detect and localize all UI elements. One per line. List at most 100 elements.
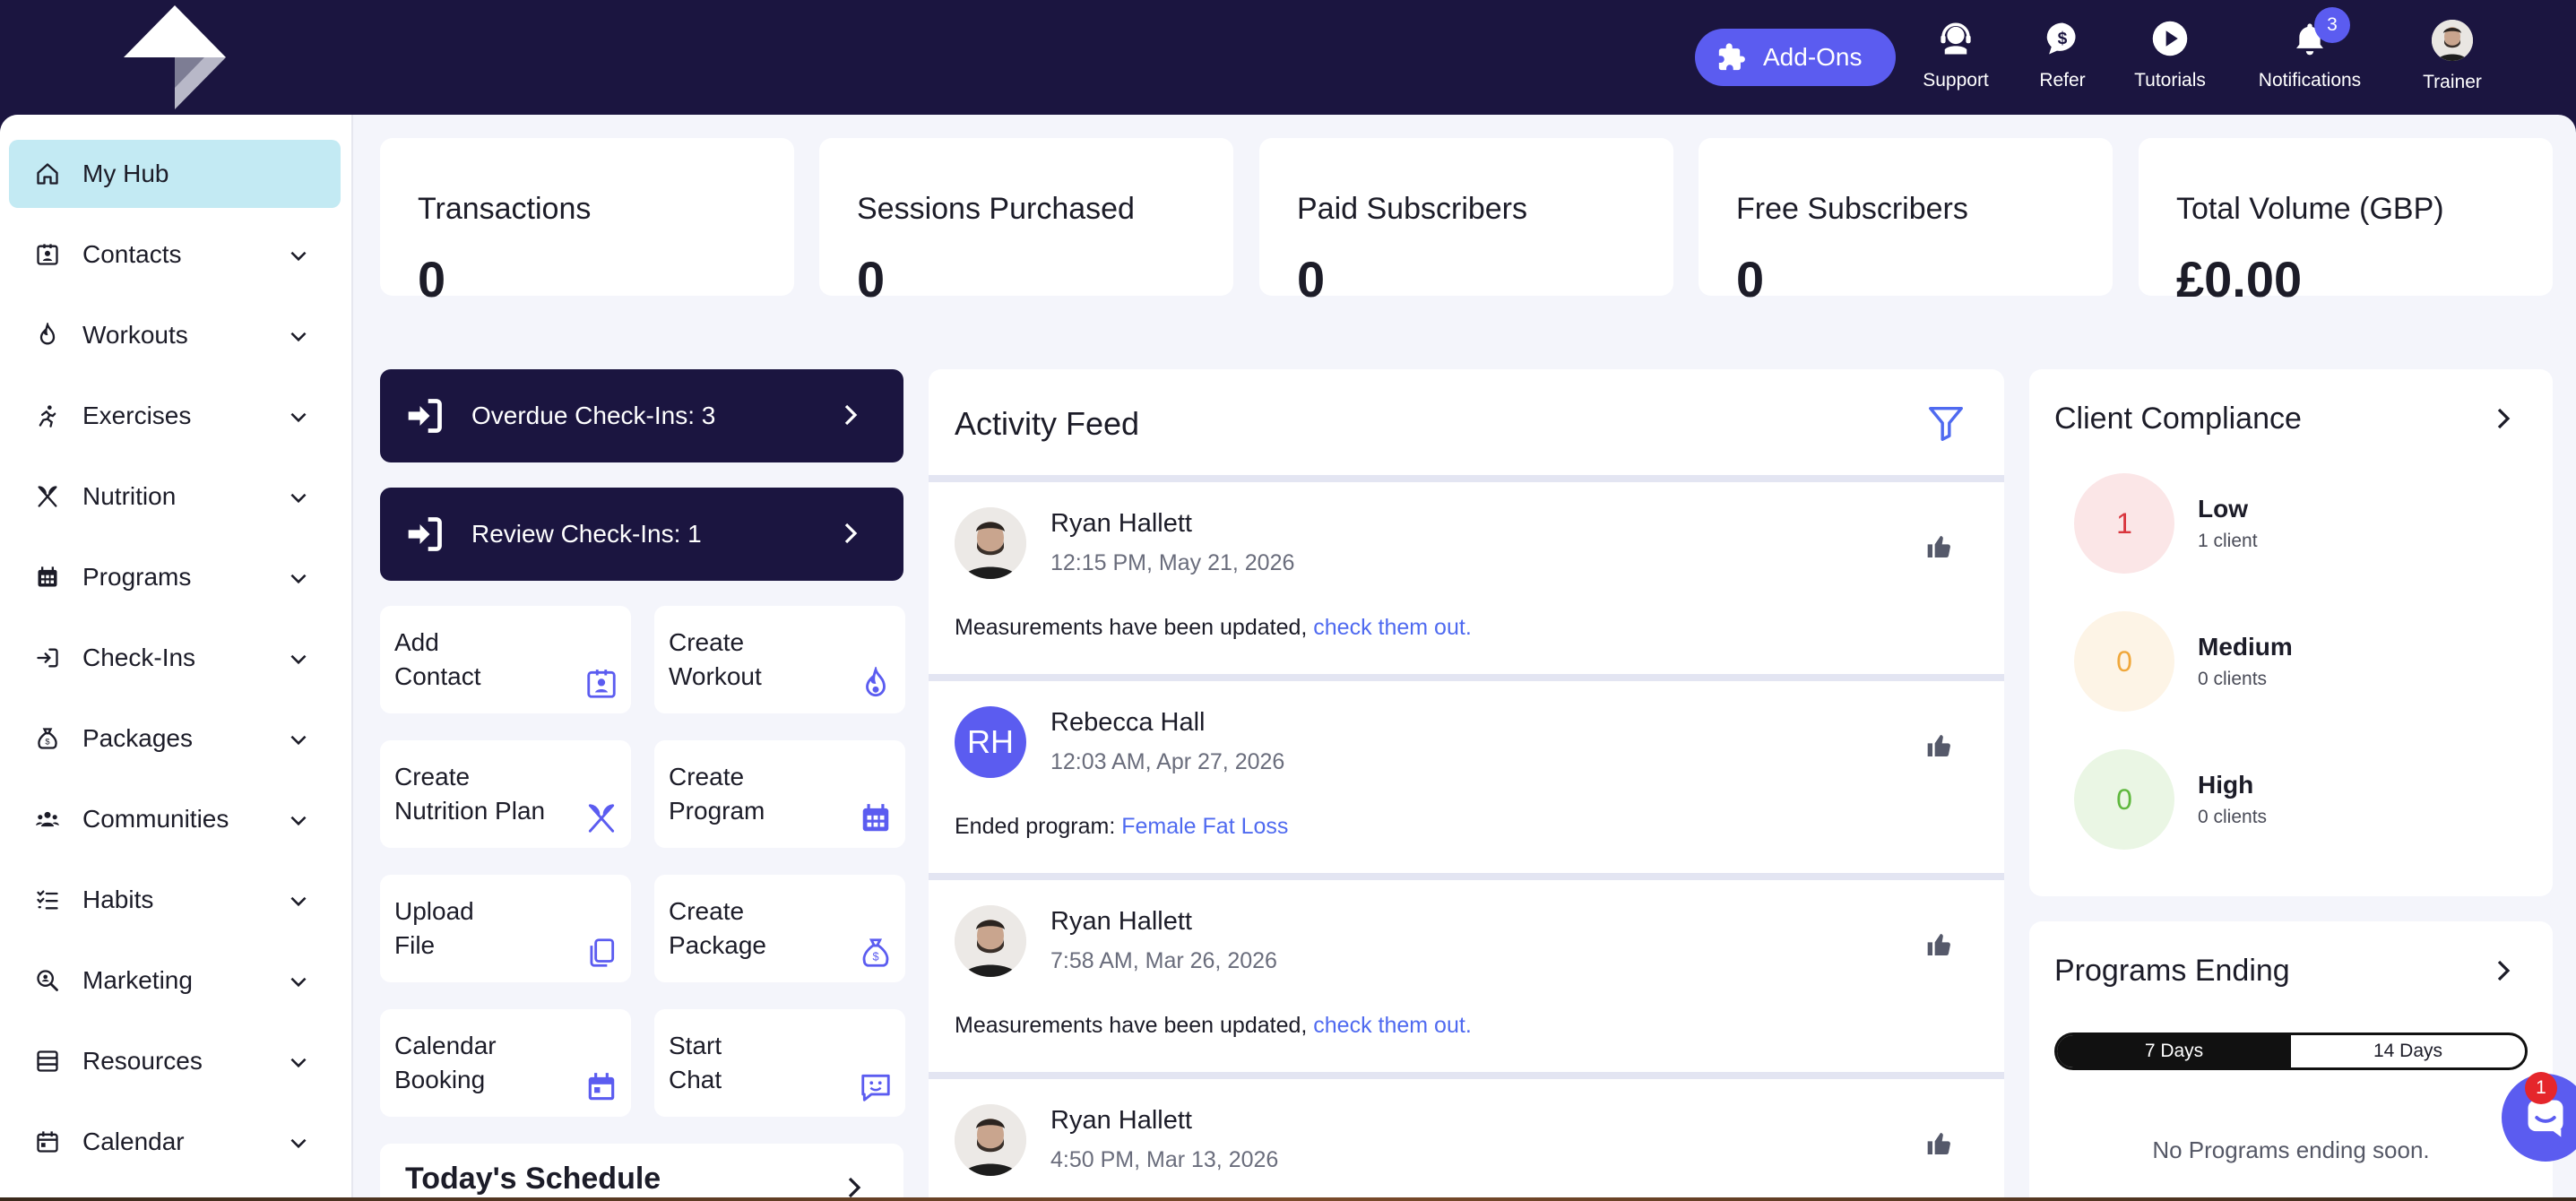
sidebar-item-nutrition[interactable]: Nutrition <box>9 462 341 531</box>
create-package-tile[interactable]: Create Package $ <box>654 875 905 982</box>
post-link[interactable]: check them out. <box>1313 615 1471 640</box>
tile-label-line1: Create <box>669 897 745 925</box>
calendar-booking-tile[interactable]: Calendar Booking <box>380 1009 631 1117</box>
upload-file-tile[interactable]: Upload File <box>380 875 631 982</box>
client-compliance-title: Client Compliance <box>2054 402 2302 436</box>
trainer-label: Trainer <box>2423 72 2482 92</box>
chevron-down-icon[interactable] <box>287 889 310 912</box>
sidebar-item-marketing[interactable]: Marketing <box>9 946 341 1015</box>
sidebar-item-label: Resources <box>82 1047 203 1075</box>
chevron-down-icon[interactable] <box>287 647 310 670</box>
sidebar-item-calendar[interactable]: Calendar <box>9 1108 341 1176</box>
compliance-medium-count[interactable]: 0 <box>2074 611 2174 712</box>
todays-schedule-panel[interactable]: Today's Schedule <box>380 1144 903 1197</box>
tutorials-label: Tutorials <box>2134 70 2206 91</box>
chevron-right-icon[interactable] <box>2490 405 2517 432</box>
sidebar-item-label: Workouts <box>82 321 188 349</box>
sidebar-item-contacts[interactable]: Contacts <box>9 220 341 289</box>
thumbs-up-icon[interactable] <box>1925 731 1954 760</box>
post-author[interactable]: Ryan Hallett <box>1050 907 1192 937</box>
post-author[interactable]: Ryan Hallett <box>1050 509 1192 539</box>
tile-label-line1: Start <box>669 1032 722 1059</box>
start-chat-tile[interactable]: Start Chat <box>654 1009 905 1117</box>
compliance-high-count[interactable]: 0 <box>2074 749 2174 850</box>
sidebar-item-label: Packages <box>82 724 193 752</box>
compliance-medium-sub: 0 clients <box>2198 669 2268 689</box>
sidebar-item-programs[interactable]: Programs <box>9 543 341 611</box>
brand-logo[interactable] <box>120 2 229 111</box>
stat-card-paid-subscribers: Paid Subscribers 0 <box>1259 138 1673 307</box>
activity-feed-header: Activity Feed <box>929 369 2004 475</box>
sidebar-item-my-hub[interactable]: My Hub <box>9 140 341 208</box>
support-link[interactable]: Support <box>1919 18 1993 104</box>
avatar[interactable] <box>955 905 1026 977</box>
sidebar-item-label: Check-Ins <box>82 644 196 671</box>
avatar[interactable] <box>955 507 1026 579</box>
chevron-down-icon[interactable] <box>287 486 310 509</box>
sign-in-icon <box>408 517 442 551</box>
tab-7-days[interactable]: 7 Days <box>2057 1035 2291 1067</box>
utensils-icon <box>588 804 615 833</box>
post-link[interactable]: Female Fat Loss <box>1121 814 1288 839</box>
notifications-label: Notifications <box>2258 70 2362 91</box>
thumbs-up-icon[interactable] <box>1925 930 1954 959</box>
review-check-ins-button[interactable]: Review Check-Ins: 1 <box>380 488 903 581</box>
sidebar-item-exercises[interactable]: Exercises <box>9 382 341 450</box>
filter-icon[interactable] <box>1925 402 1967 443</box>
chevron-down-icon[interactable] <box>287 566 310 590</box>
post-author[interactable]: Rebecca Hall <box>1050 708 1205 738</box>
stat-value: 0 <box>857 251 886 307</box>
sidebar-item-check-ins[interactable]: Check-Ins <box>9 624 341 692</box>
review-check-ins-label: Review Check-Ins: 1 <box>471 520 702 548</box>
add-ons-label: Add-Ons <box>1763 43 1863 71</box>
thumbs-up-icon[interactable] <box>1925 1129 1954 1158</box>
tutorials-link[interactable]: Tutorials <box>2133 18 2207 104</box>
sidebar-item-habits[interactable]: Habits <box>9 866 341 934</box>
create-nutrition-plan-tile[interactable]: Create Nutrition Plan <box>380 740 631 848</box>
add-ons-button[interactable]: Add-Ons <box>1695 29 1896 86</box>
calendar-grid-icon <box>34 564 61 591</box>
chevron-down-icon[interactable] <box>287 405 310 428</box>
stat-label: Total Volume (GBP) <box>2176 192 2444 226</box>
post-text: Measurements have been updated, <box>955 615 1314 640</box>
svg-text:$: $ <box>872 951 878 963</box>
sidebar-item-resources[interactable]: Resources <box>9 1027 341 1095</box>
sidebar: My Hub Contacts Workouts Exercises Nutri… <box>0 115 353 1197</box>
overdue-check-ins-button[interactable]: Overdue Check-Ins: 3 <box>380 369 903 462</box>
chevron-down-icon[interactable] <box>287 1131 310 1154</box>
chevron-right-icon <box>848 1177 861 1197</box>
sidebar-item-workouts[interactable]: Workouts <box>9 301 341 369</box>
sign-in-icon <box>408 399 442 433</box>
chevron-down-icon[interactable] <box>287 728 310 751</box>
post-message: Measurements have been updated, check th… <box>955 1013 1472 1039</box>
avatar[interactable]: RH <box>955 706 1026 778</box>
post-link[interactable]: check them out. <box>1313 1013 1471 1038</box>
trainer-profile[interactable]: Trainer <box>2423 20 2482 106</box>
chevron-down-icon[interactable] <box>287 324 310 348</box>
chevron-down-icon[interactable] <box>287 970 310 993</box>
thumbs-up-icon[interactable] <box>1925 532 1954 561</box>
refer-link[interactable]: $ Refer <box>2039 18 2086 104</box>
avatar[interactable] <box>955 1104 1026 1176</box>
create-workout-tile[interactable]: Create Workout <box>654 606 905 713</box>
chevron-right-icon[interactable] <box>2490 957 2517 984</box>
checklist-icon <box>34 886 61 913</box>
database-icon <box>34 1048 61 1075</box>
stat-card-sessions-purchased: Sessions Purchased 0 <box>819 138 1233 307</box>
compliance-low-count[interactable]: 1 <box>2074 473 2174 574</box>
sidebar-item-label: Habits <box>82 886 154 913</box>
home-icon <box>34 160 61 187</box>
main-area: My Hub Contacts Workouts Exercises Nutri… <box>0 115 2576 1197</box>
tab-14-days[interactable]: 14 Days <box>2291 1035 2525 1067</box>
stat-label: Paid Subscribers <box>1297 192 1528 226</box>
running-icon <box>34 402 61 429</box>
chevron-down-icon[interactable] <box>287 244 310 267</box>
chevron-down-icon[interactable] <box>287 1050 310 1074</box>
create-program-tile[interactable]: Create Program <box>654 740 905 848</box>
sidebar-item-communities[interactable]: Communities <box>9 785 341 853</box>
add-contact-tile[interactable]: Add Contact <box>380 606 631 713</box>
sidebar-item-packages[interactable]: $ Packages <box>9 704 341 773</box>
post-author[interactable]: Ryan Hallett <box>1050 1106 1192 1136</box>
chevron-down-icon[interactable] <box>287 808 310 832</box>
feed-post: Ryan Hallett 4:50 PM, Mar 13, 2026 <box>929 1079 2004 1197</box>
